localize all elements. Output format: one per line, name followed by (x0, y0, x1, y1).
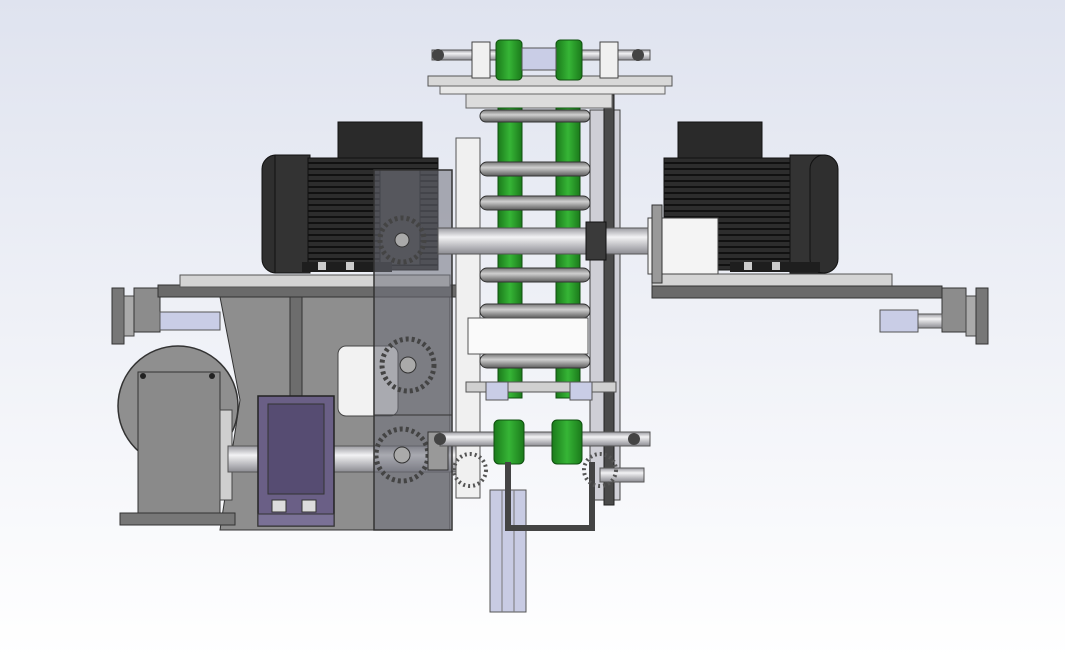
mechanical-assembly-drawing (0, 0, 1065, 658)
chain-guard[interactable] (373, 169, 453, 531)
cad-viewport[interactable] (0, 0, 1065, 658)
